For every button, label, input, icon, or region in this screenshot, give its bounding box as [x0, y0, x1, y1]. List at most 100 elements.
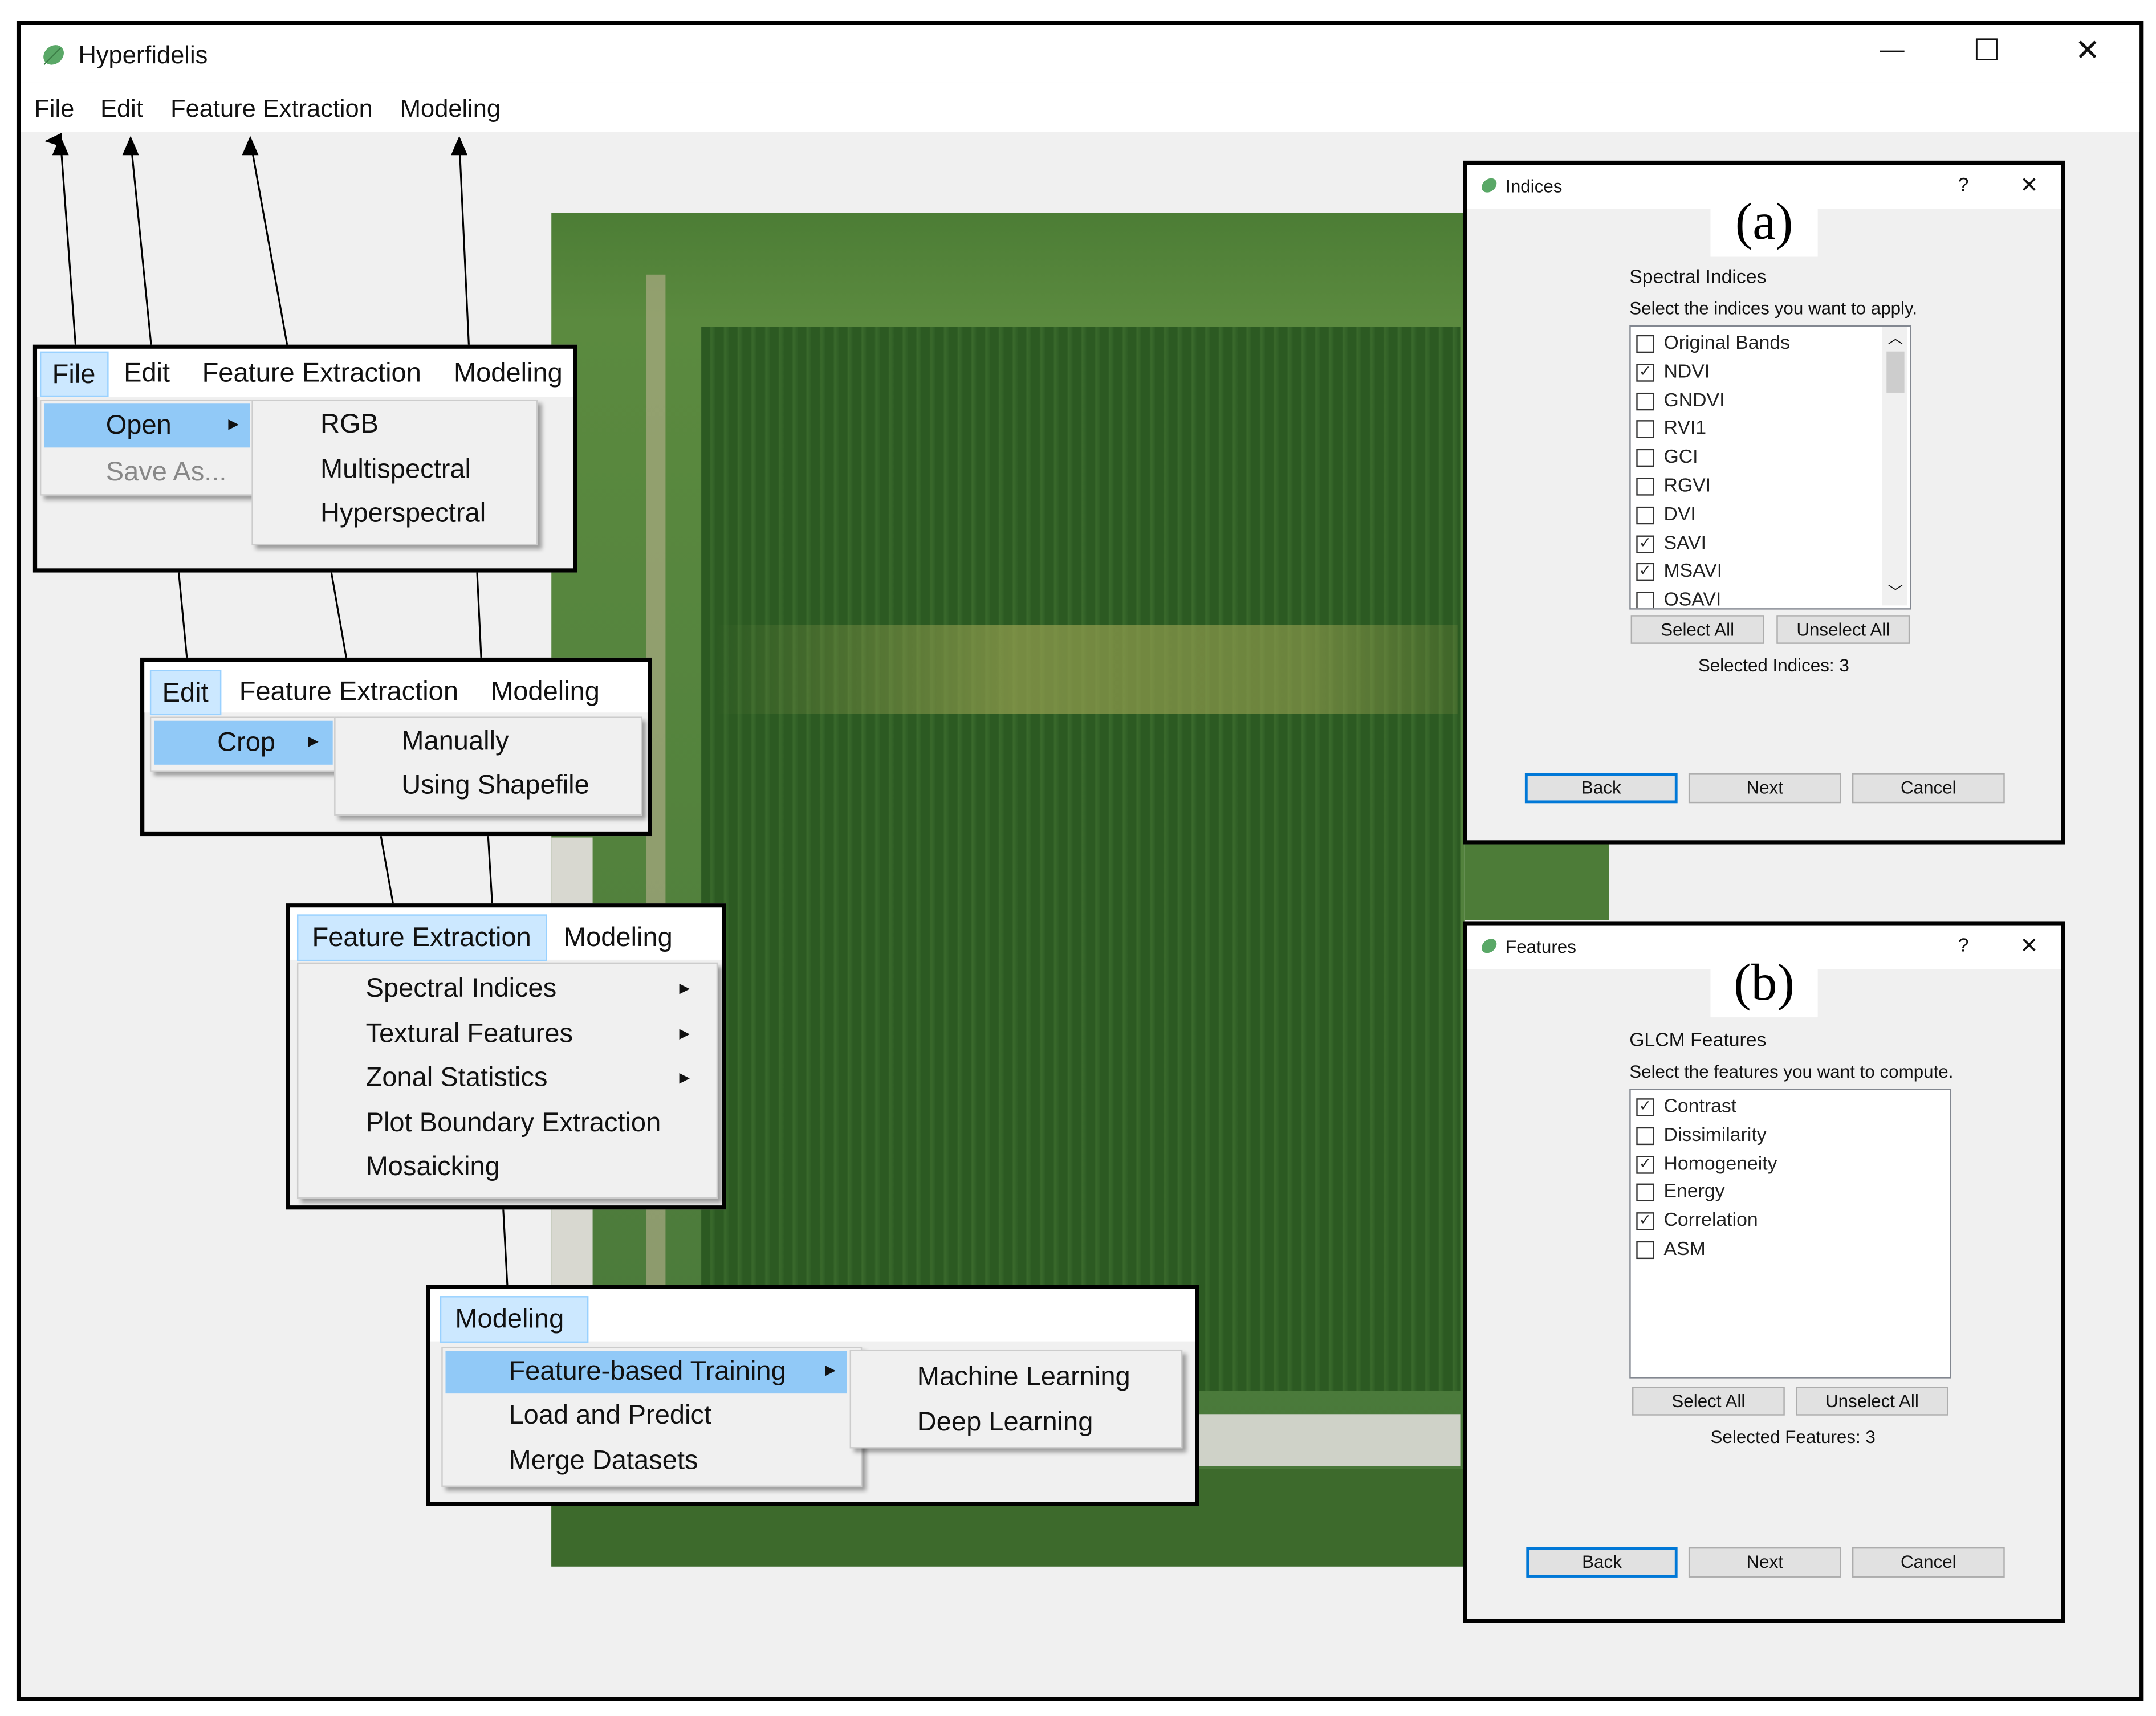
- list-item-label: Energy: [1663, 1180, 1725, 1202]
- menu-file-active[interactable]: File: [39, 351, 109, 397]
- checkbox-checked[interactable]: ✓: [1636, 1155, 1654, 1173]
- menu-item-machine-learning[interactable]: Machine Learning: [917, 1362, 1130, 1393]
- scroll-up-icon: ︿: [1887, 331, 1903, 348]
- dialog-title: Features: [1506, 936, 1576, 957]
- training-submenu: Machine Learning Deep Learning: [849, 1350, 1183, 1449]
- feature-extraction-dropdown: Spectral Indices ▶ Textural Features ▶ Z…: [296, 962, 718, 1199]
- menu-item-using-shapefile[interactable]: Using Shapefile: [401, 770, 589, 801]
- checkbox-unchecked[interactable]: [1636, 392, 1654, 410]
- dialog-close-button[interactable]: ✕: [2020, 172, 2038, 199]
- list-item-label: GNDVI: [1663, 388, 1725, 410]
- menu-item-hyperspectral[interactable]: Hyperspectral: [320, 498, 486, 529]
- help-button[interactable]: ?: [1958, 173, 1969, 195]
- menu-modeling-active[interactable]: Modeling: [440, 1296, 589, 1343]
- menu-item-save-as[interactable]: Save As...: [106, 457, 227, 488]
- checkbox-unchecked[interactable]: [1636, 1241, 1654, 1260]
- list-item-label: Homogeneity: [1663, 1151, 1777, 1173]
- menu-item-spectral-indices[interactable]: Spectral Indices: [366, 973, 557, 1005]
- checkbox-unchecked[interactable]: [1636, 1127, 1654, 1145]
- submenu-arrow-icon: ▶: [308, 734, 319, 750]
- menu-item-crop[interactable]: Crop ▶: [154, 720, 333, 765]
- select-all-button[interactable]: Select All: [1630, 615, 1764, 644]
- checkbox-unchecked[interactable]: [1636, 478, 1654, 496]
- checkbox-checked[interactable]: ✓: [1636, 535, 1654, 553]
- features-list[interactable]: ✓ Contrast Dissimilarity ✓ Homogeneity Energy…: [1629, 1089, 1951, 1379]
- submenu-arrow-icon: ▶: [825, 1363, 836, 1379]
- file-dropdown: Open ▶ Save As...: [39, 400, 255, 496]
- indices-list[interactable]: Original Bands ✓ NDVI GNDVI RVI1 GCI RGVI DVI ✓ S…: [1629, 325, 1911, 610]
- menu-feature-extraction-active[interactable]: Feature Extraction: [296, 914, 547, 961]
- list-item-label: Correlation: [1663, 1208, 1758, 1230]
- submenu-arrow-icon: ▶: [228, 417, 239, 433]
- leaf-app-icon: [1482, 939, 1497, 953]
- checkbox-unchecked[interactable]: [1636, 592, 1654, 609]
- checkbox-unchecked[interactable]: [1636, 1184, 1654, 1202]
- checkbox-checked[interactable]: ✓: [1636, 1098, 1654, 1116]
- features-dialog: Features ? ✕ (b) GLCM Features Select th…: [1463, 921, 2065, 1623]
- list-item-label: MSAVI: [1663, 559, 1723, 581]
- menu-item-manually[interactable]: Manually: [401, 726, 509, 757]
- menu-item-load-and-predict[interactable]: Load and Predict: [509, 1400, 711, 1432]
- list-item-label: RGVI: [1663, 474, 1711, 496]
- checkbox-unchecked[interactable]: [1636, 449, 1654, 467]
- list-item-label: Contrast: [1663, 1094, 1737, 1116]
- menu-modeling[interactable]: Modeling: [491, 677, 600, 708]
- menu-item-mosaicking[interactable]: Mosaicking: [366, 1152, 500, 1183]
- list-item-label: RVI1: [1663, 416, 1706, 439]
- menu-item-deep-learning[interactable]: Deep Learning: [917, 1407, 1093, 1438]
- menu-item-textural-features[interactable]: Textural Features: [366, 1018, 573, 1050]
- cancel-button[interactable]: Cancel: [1852, 773, 2005, 804]
- menu-edit-active[interactable]: Edit: [149, 670, 222, 716]
- next-button[interactable]: Next: [1688, 773, 1841, 804]
- next-button[interactable]: Next: [1688, 1547, 1841, 1578]
- leaf-app-icon: [1482, 178, 1497, 193]
- select-all-button[interactable]: Select All: [1632, 1387, 1785, 1416]
- panel-label-a: (a): [1710, 188, 1818, 257]
- selected-count: Selected Features: 3: [1710, 1426, 1876, 1448]
- edit-dropdown: Crop ▶: [149, 716, 337, 772]
- menu-item-merge-datasets[interactable]: Merge Datasets: [509, 1446, 698, 1477]
- checkbox-checked[interactable]: ✓: [1636, 563, 1654, 581]
- modeling-menu-callout: Modeling Feature-based Training ▶ Load a…: [426, 1285, 1199, 1506]
- menu-feature-extraction[interactable]: Feature Extraction: [239, 677, 458, 708]
- checkbox-unchecked[interactable]: [1636, 421, 1654, 439]
- list-item-label: Dissimilarity: [1663, 1123, 1767, 1145]
- file-menu-callout: File Edit Feature Extraction Modeling Op…: [32, 344, 578, 573]
- list-item-label: SAVI: [1663, 531, 1706, 553]
- unselect-all-button[interactable]: Unselect All: [1776, 615, 1910, 644]
- menu-item-feature-based-training[interactable]: Feature-based Training ▶: [445, 1351, 847, 1394]
- dialog-close-button[interactable]: ✕: [2020, 932, 2038, 960]
- crop-submenu: Manually Using Shapefile: [334, 716, 642, 816]
- selected-count: Selected Indices: 3: [1698, 655, 1849, 676]
- unselect-all-button[interactable]: Unselect All: [1796, 1387, 1948, 1416]
- menu-item-rgb[interactable]: RGB: [320, 409, 379, 441]
- menu-item-plot-boundary-extraction[interactable]: Plot Boundary Extraction: [366, 1108, 661, 1139]
- list-item-label: Original Bands: [1663, 331, 1791, 353]
- submenu-arrow-icon: ▶: [679, 1071, 690, 1086]
- section-subtitle: Select the indices you want to apply.: [1629, 297, 1918, 319]
- modeling-dropdown: Feature-based Training ▶ Load and Predic…: [441, 1347, 863, 1487]
- scrollbar-thumb[interactable]: [1886, 351, 1905, 393]
- checkbox-unchecked[interactable]: [1636, 335, 1654, 353]
- help-button[interactable]: ?: [1958, 934, 1969, 956]
- feature-extraction-menu-callout: Feature Extraction Modeling Spectral Ind…: [286, 903, 726, 1210]
- scrollbar[interactable]: ︿ ﹀: [1882, 327, 1907, 606]
- menu-feature-extraction[interactable]: Feature Extraction: [202, 358, 421, 390]
- back-button[interactable]: Back: [1524, 773, 1678, 804]
- checkbox-unchecked[interactable]: [1636, 506, 1654, 524]
- checkbox-checked[interactable]: ✓: [1636, 1212, 1654, 1230]
- cancel-button[interactable]: Cancel: [1852, 1547, 2005, 1578]
- menu-edit[interactable]: Edit: [124, 358, 170, 390]
- list-item-label: OSAVI: [1663, 588, 1722, 610]
- menu-modeling[interactable]: Modeling: [564, 923, 673, 954]
- submenu-arrow-icon: ▶: [679, 1026, 690, 1042]
- menu-item-zonal-statistics[interactable]: Zonal Statistics: [366, 1063, 548, 1094]
- menu-item-open[interactable]: Open ▶: [44, 403, 250, 448]
- menu-item-multispectral[interactable]: Multispectral: [320, 454, 471, 486]
- list-item-label: ASM: [1663, 1237, 1706, 1260]
- indices-dialog: Indices ? ✕ (a) Spectral Indices Select …: [1463, 160, 2065, 845]
- menu-modeling[interactable]: Modeling: [454, 358, 563, 390]
- section-heading: Spectral Indices: [1629, 264, 1767, 287]
- checkbox-checked[interactable]: ✓: [1636, 363, 1654, 382]
- back-button[interactable]: Back: [1526, 1547, 1678, 1578]
